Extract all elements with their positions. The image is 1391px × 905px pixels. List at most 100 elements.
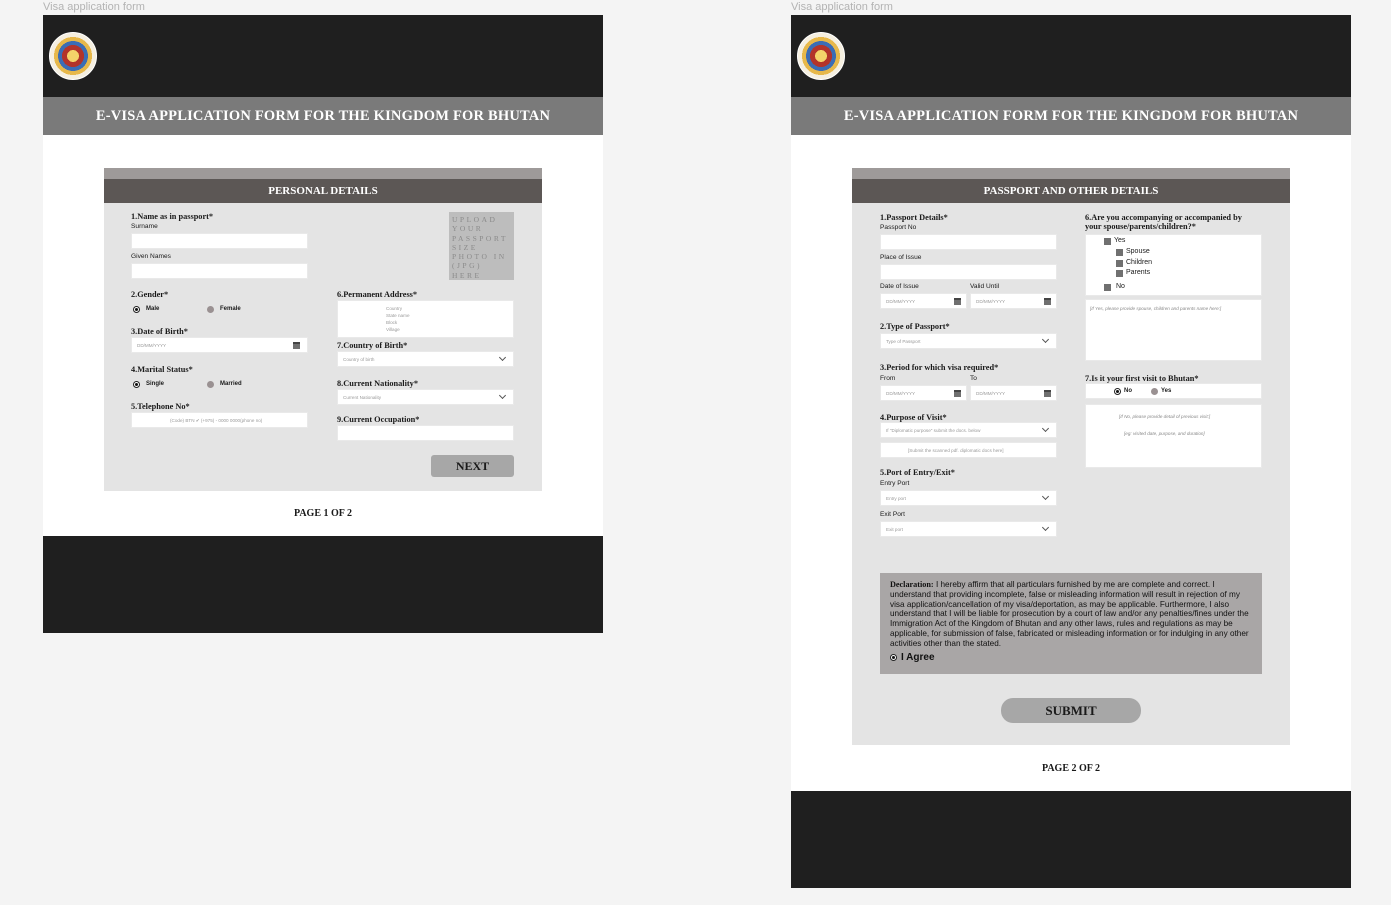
valid-until-label: Valid Until: [970, 283, 1000, 290]
page-number: PAGE 1 OF 2: [293, 508, 353, 519]
calendar-icon[interactable]: [293, 342, 300, 349]
calendar-icon[interactable]: [954, 298, 961, 305]
country-of-birth-label: 7.Country of Birth*: [337, 341, 408, 350]
surname-label: Surname: [131, 223, 158, 230]
country-of-birth-select[interactable]: Country of birth: [337, 351, 514, 367]
section-title: PERSONAL DETAILS: [104, 179, 542, 203]
top-bar: [791, 15, 1351, 97]
entry-port-placeholder: Entry port: [886, 496, 906, 501]
diplomatic-docs-upload[interactable]: [Submit the scanned pdf. diplomatic docs…: [880, 442, 1057, 458]
first-visit-label: 7.Is it your first visit to Bhutan*: [1085, 374, 1199, 383]
passport-type-label: 2.Type of Passport*: [880, 322, 950, 331]
card-strip: [852, 168, 1290, 179]
yes-label: Yes: [1114, 237, 1126, 244]
purpose-select[interactable]: If "Diplomatic purpose" submit the docs.…: [880, 422, 1057, 438]
first-visit-yes-radio[interactable]: [1151, 388, 1158, 395]
occupation-input[interactable]: [337, 425, 514, 441]
yes-checkbox[interactable]: [1104, 238, 1111, 245]
port-label: 5.Port of Entry/Exit*: [880, 468, 955, 477]
date-placeholder: DD/MM/YYYY: [976, 391, 1006, 396]
married-radio[interactable]: [207, 381, 214, 388]
calendar-icon[interactable]: [1044, 298, 1051, 305]
children-label: Children: [1126, 259, 1153, 266]
passport-type-placeholder: Type of Passport: [886, 339, 921, 344]
surname-input[interactable]: [131, 233, 308, 249]
address-village: Village: [386, 327, 400, 332]
name-label: 1.Name as in passport*: [131, 212, 214, 221]
form-page-1: E-VISA APPLICATION FORM FOR THE KINGDOM …: [43, 15, 603, 633]
photo-upload-box[interactable]: UPLOAD YOUR PASSPORT SIZE PHOTO IN (JPG)…: [449, 212, 514, 280]
address-input[interactable]: Country State name Block Village: [337, 300, 514, 338]
bhutan-emblem-logo: [797, 32, 845, 80]
exit-port-placeholder: Exit port: [886, 527, 903, 532]
children-checkbox[interactable]: [1116, 260, 1123, 267]
female-label: Female: [220, 306, 241, 312]
dob-label: 3.Date of Birth*: [131, 327, 188, 336]
page-title: E-VISA APPLICATION FORM FOR THE KINGDOM …: [791, 97, 1351, 135]
card-strip: [104, 168, 542, 179]
passport-no-label: Passport No: [880, 224, 917, 231]
entry-port-select[interactable]: Entry port: [880, 490, 1057, 506]
dob-input[interactable]: DD/MM/YYYY: [131, 337, 308, 353]
date-of-issue-label: Date of Issue: [880, 283, 919, 290]
spouse-checkbox[interactable]: [1116, 249, 1123, 256]
gender-label: 2.Gender*: [131, 290, 169, 299]
calendar-icon[interactable]: [954, 390, 961, 397]
male-radio[interactable]: [133, 306, 140, 313]
first-visit-options: No Yes: [1085, 383, 1262, 399]
single-radio[interactable]: [133, 381, 140, 388]
place-of-issue-input[interactable]: [880, 264, 1057, 280]
no-checkbox[interactable]: [1104, 284, 1111, 291]
from-date-input[interactable]: DD/MM/YYYY: [880, 385, 967, 401]
occupation-label: 9.Current Occupation*: [337, 415, 420, 424]
to-label: To: [970, 375, 977, 382]
telephone-input[interactable]: (Code) BTN ✔ (+975) - 0000 0000(phone no…: [131, 412, 308, 428]
chevron-down-icon: [1041, 335, 1050, 344]
declaration-box: Declaration: I hereby affirm that all pa…: [880, 573, 1262, 674]
accompanying-label-2: your spouse/parents/children?*: [1085, 222, 1196, 231]
address-label: 6.Permanent Address*: [337, 290, 418, 299]
agree-radio[interactable]: [890, 653, 897, 661]
nationality-label: 8.Current Nationality*: [337, 379, 418, 388]
parents-checkbox[interactable]: [1116, 270, 1123, 277]
chevron-down-icon: [1041, 492, 1050, 501]
first-visit-no-radio[interactable]: [1114, 388, 1121, 395]
dob-placeholder: DD/MM/YYYY: [137, 343, 167, 348]
purpose-placeholder: If "Diplomatic purpose" submit the docs.…: [886, 428, 981, 433]
first-visit-yes-label: Yes: [1161, 388, 1172, 394]
previous-visit-example: [eg: visited date, purpose, and duration…: [1124, 431, 1205, 436]
date-of-issue-input[interactable]: DD/MM/YYYY: [880, 293, 967, 309]
visa-period-label: 3.Period for which visa required*: [880, 363, 999, 372]
first-visit-no-label: No: [1124, 388, 1132, 394]
previous-visit-textarea[interactable]: [If No, please provide detail of previou…: [1085, 404, 1262, 468]
page-number: PAGE 2 OF 2: [1041, 763, 1101, 774]
given-names-input[interactable]: [131, 263, 308, 279]
declaration-heading: Declaration:: [890, 580, 934, 589]
accompanying-label: 6.Are you accompanying or accompanied by: [1085, 213, 1242, 222]
agree-row: I Agree: [890, 652, 1252, 664]
passport-type-select[interactable]: Type of Passport: [880, 333, 1057, 349]
passport-details-card: PASSPORT AND OTHER DETAILS 1.Passport De…: [852, 168, 1290, 745]
address-state: State name: [386, 313, 410, 318]
nationality-placeholder: Current Nationality: [343, 395, 382, 400]
submit-button[interactable]: SUBMIT: [1001, 698, 1141, 723]
form-page-2: E-VISA APPLICATION FORM FOR THE KINGDOM …: [791, 15, 1351, 888]
date-placeholder: DD/MM/YYYY: [886, 391, 916, 396]
exit-port-select[interactable]: Exit port: [880, 521, 1057, 537]
next-button[interactable]: NEXT: [431, 455, 514, 477]
calendar-icon[interactable]: [1044, 390, 1051, 397]
footer-bar: [791, 791, 1351, 888]
male-label: Male: [146, 306, 160, 312]
passport-no-input[interactable]: [880, 234, 1057, 250]
valid-until-input[interactable]: DD/MM/YYYY: [970, 293, 1057, 309]
nationality-select[interactable]: Current Nationality: [337, 389, 514, 405]
accompanying-options: Yes Spouse Children Parents No: [1085, 234, 1262, 296]
to-date-input[interactable]: DD/MM/YYYY: [970, 385, 1057, 401]
passport-details-label: 1.Passport Details*: [880, 213, 948, 222]
date-placeholder: DD/MM/YYYY: [976, 299, 1006, 304]
top-bar: [43, 15, 603, 97]
female-radio[interactable]: [207, 306, 214, 313]
companion-names-textarea[interactable]: [If Yes, please provide spouse, children…: [1085, 299, 1262, 361]
page-title: E-VISA APPLICATION FORM FOR THE KINGDOM …: [43, 97, 603, 135]
frame-label: Visa application form: [791, 1, 893, 13]
